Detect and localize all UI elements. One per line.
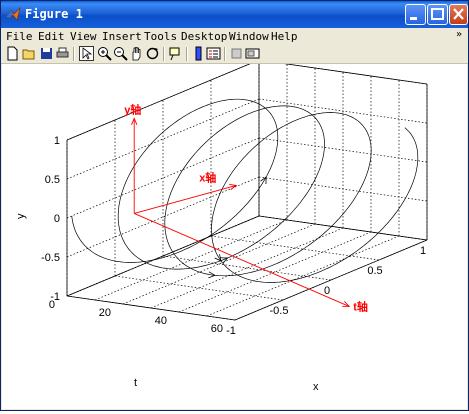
open-file-icon[interactable] (22, 46, 37, 61)
x-tick-label: -1 (226, 325, 236, 337)
x-tick-label: 1 (420, 245, 426, 257)
red-t-axis-arrow (134, 212, 350, 307)
menu-help[interactable]: Help (271, 30, 298, 43)
menu-edit[interactable]: Edit (38, 30, 65, 43)
plot-3d[interactable]: -1-0.500.510204060 -1-0.500.51 y轴x轴t轴 y t… (2, 59, 467, 409)
toolbar-separator (224, 47, 226, 61)
x-tick-label: 0 (324, 285, 330, 297)
x-tick-label: 0.5 (367, 265, 382, 277)
menu-tools[interactable]: Tools (144, 30, 177, 43)
direction-arrow (260, 176, 267, 185)
zoom-in-icon[interactable] (97, 46, 112, 61)
menu-view[interactable]: View (70, 30, 97, 43)
save-icon[interactable] (39, 46, 54, 61)
menu-desktop[interactable]: Desktop (181, 30, 227, 43)
x-tick-label: -0.5 (270, 305, 289, 317)
maximize-icon (431, 8, 444, 20)
t-axis-annotation: t轴 (353, 299, 368, 313)
toolbar-separator (186, 47, 188, 61)
zoom-out-icon[interactable] (113, 46, 128, 61)
t-axis-label: t (134, 377, 137, 389)
maximize-button[interactable] (427, 4, 448, 25)
title-bar[interactable]: Figure 1 (1, 1, 468, 28)
figure-canvas: -1 -0.5 0 0.5 1 0 20 40 60 -1 -0.5 0 0.5 1 y轴 x轴 t轴 y t… (2, 59, 467, 409)
show-plot-tools-icon[interactable] (245, 46, 260, 61)
y-axis-annotation: y轴 (124, 102, 141, 116)
t-tick-label: 20 (99, 307, 111, 319)
pointer-icon[interactable] (79, 46, 94, 61)
toolbar-separator (73, 47, 75, 61)
t-tick-label: 0 (49, 299, 55, 311)
menu-insert[interactable]: Insert (102, 30, 142, 43)
x-axis-annotation: x轴 (199, 170, 216, 184)
y-tick-label: 0.5 (45, 174, 60, 186)
y-tick-label: 1 (54, 135, 60, 147)
red-x-axis-arrow (134, 184, 237, 214)
helix-line (71, 98, 419, 283)
tick-labels: -1-0.500.510204060 -1-0.500.51 (41, 135, 426, 337)
legend-icon[interactable] (206, 46, 221, 61)
x-axis-label: x (313, 381, 319, 393)
double-chevron-icon[interactable]: » (456, 29, 462, 40)
rotate-3d-icon[interactable] (145, 46, 160, 61)
print-icon[interactable] (55, 46, 70, 61)
axis-edge (66, 295, 236, 321)
minimize-icon (410, 17, 417, 20)
menu-bar: File Edit View Insert Tools Desktop Wind… (1, 28, 468, 45)
y-tick-label: -0.5 (41, 252, 60, 264)
close-button[interactable] (449, 4, 468, 25)
t-tick-label: 40 (155, 315, 167, 327)
data-cursor-icon[interactable] (168, 46, 183, 61)
axes-grid (66, 59, 428, 321)
y-tick-label: 0 (54, 213, 60, 225)
axis-edge (234, 239, 428, 321)
toolbar-separator (163, 47, 165, 61)
close-icon (453, 8, 464, 20)
matlab-logo-icon (5, 7, 21, 21)
menu-window[interactable]: Window (229, 30, 269, 43)
menu-file[interactable]: File (6, 30, 33, 43)
t-tick-label: 60 (211, 323, 223, 335)
helix-curve (71, 98, 419, 283)
grid-line (210, 235, 380, 261)
hide-plot-tools-icon[interactable] (229, 46, 244, 61)
y-axis-label: y (15, 213, 27, 219)
figure-window: Figure 1 File Edit View Insert Tools Des… (0, 0, 469, 411)
minimize-button[interactable] (405, 4, 426, 25)
pan-hand-icon[interactable] (129, 46, 144, 61)
colorbar-icon[interactable] (191, 46, 206, 61)
window-title: Figure 1 (25, 7, 83, 21)
toolbar (1, 45, 468, 64)
new-figure-icon[interactable] (5, 46, 20, 61)
grid-line (114, 275, 284, 301)
